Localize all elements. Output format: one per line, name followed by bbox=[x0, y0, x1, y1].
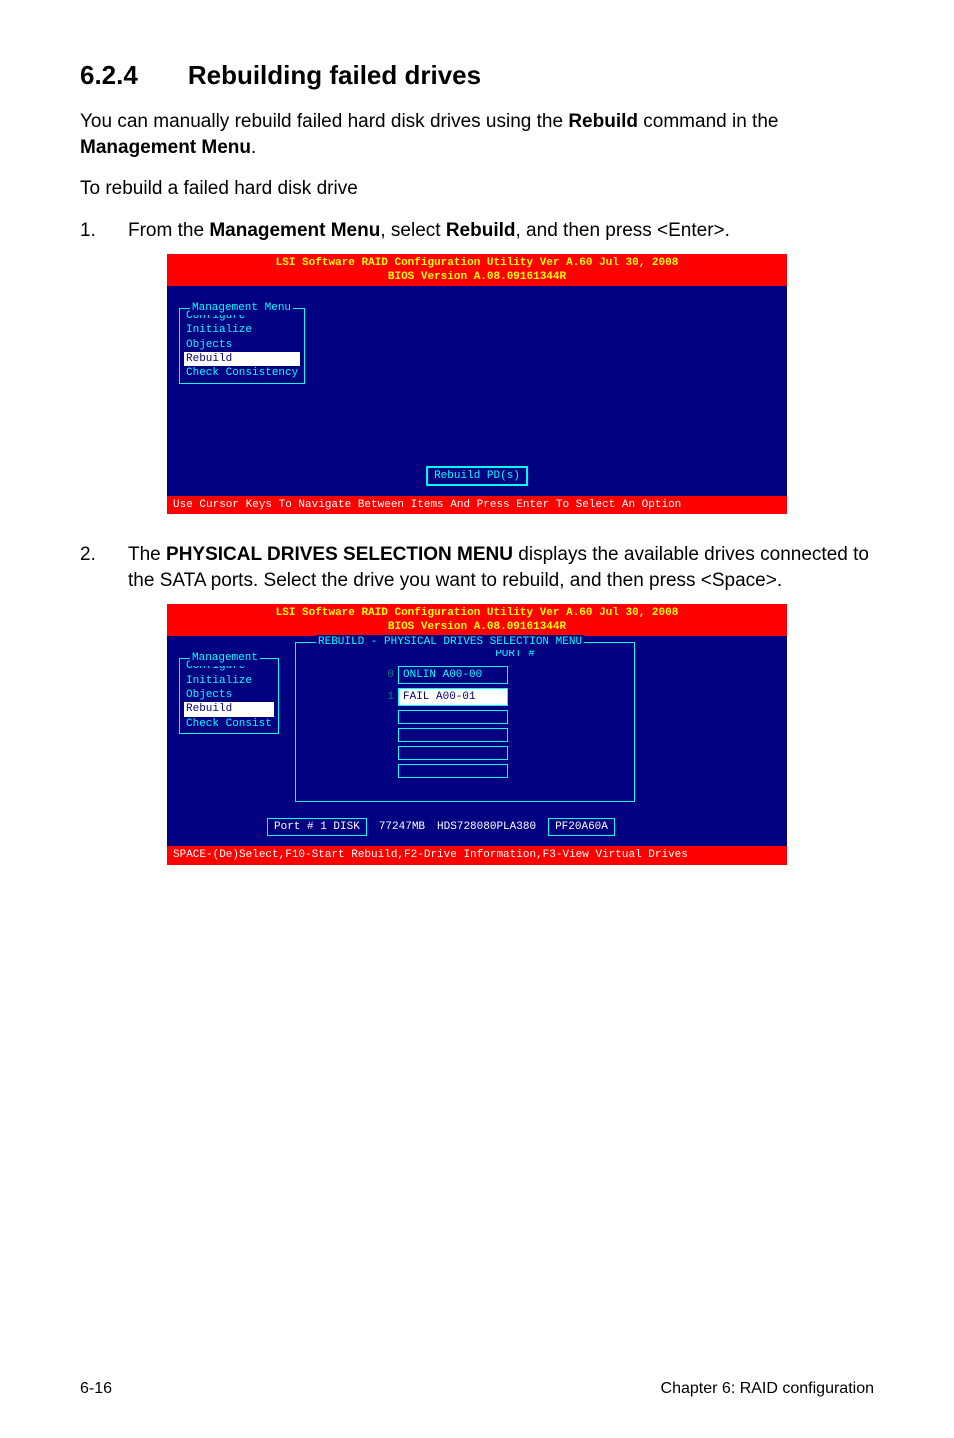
port-label: Port # 1 DISK bbox=[267, 818, 367, 836]
section-title: Rebuilding failed drives bbox=[188, 60, 481, 90]
drive-index: 1 bbox=[378, 690, 394, 704]
menu-item-rebuild: Rebuild bbox=[184, 352, 300, 366]
page-number: 6-16 bbox=[80, 1380, 112, 1398]
port-info-bar: Port # 1 DISK 77247MB HDS728080PLA380 PF… bbox=[267, 818, 615, 836]
bios-screenshot-2: LSI Software RAID Configuration Utility … bbox=[167, 604, 787, 865]
status-box: Rebuild PD(s) bbox=[426, 466, 528, 486]
menu-item-initialize: Initialize bbox=[184, 674, 274, 688]
bios-screenshot-1: LSI Software RAID Configuration Utility … bbox=[167, 254, 787, 515]
menu-item-rebuild: Rebuild bbox=[184, 702, 274, 716]
menu-item-check-consistency: Check Consistency bbox=[184, 366, 300, 380]
menu-item-objects: Objects bbox=[184, 338, 300, 352]
step-text: The PHYSICAL DRIVES SELECTION MENU displ… bbox=[128, 542, 874, 593]
drives-selection-box: REBUILD - PHYSICAL DRIVES SELECTION MENU… bbox=[295, 642, 635, 802]
empty-slot bbox=[398, 746, 508, 760]
management-menu-box: Management Configure Initialize Objects … bbox=[179, 658, 279, 733]
menu-title: Management Menu bbox=[190, 301, 293, 315]
menu-item-check-consist: Check Consist bbox=[184, 717, 274, 731]
bios-footer: Use Cursor Keys To Navigate Between Item… bbox=[167, 496, 787, 514]
menu-item-objects: Objects bbox=[184, 688, 274, 702]
step-text: From the Management Menu, select Rebuild… bbox=[128, 218, 874, 244]
menu-title: Management bbox=[190, 651, 260, 665]
bios-footer: SPACE-(De)Select,F10-Start Rebuild,F2-Dr… bbox=[167, 846, 787, 864]
chapter-label: Chapter 6: RAID configuration bbox=[661, 1380, 874, 1398]
step-number: 2. bbox=[80, 542, 128, 593]
port-serial: PF20A60A bbox=[548, 818, 615, 836]
step-1: 1. From the Management Menu, select Rebu… bbox=[80, 218, 874, 244]
bios-titlebar: LSI Software RAID Configuration Utility … bbox=[167, 604, 787, 637]
step-number: 1. bbox=[80, 218, 128, 244]
section-heading: 6.2.4 Rebuilding failed drives bbox=[80, 60, 874, 91]
drive-status: ONLIN A00-00 bbox=[398, 666, 508, 684]
management-menu-box: Management Menu Configure Initialize Obj… bbox=[179, 308, 305, 383]
empty-slot bbox=[398, 728, 508, 742]
drive-row-0: 0 ONLIN A00-00 bbox=[378, 666, 630, 684]
drive-index: 0 bbox=[378, 668, 394, 682]
bios-titlebar: LSI Software RAID Configuration Utility … bbox=[167, 254, 787, 287]
port-size: 77247MB bbox=[379, 820, 425, 834]
empty-slot bbox=[398, 710, 508, 724]
intro-paragraph: You can manually rebuild failed hard dis… bbox=[80, 109, 874, 160]
page-footer: 6-16 Chapter 6: RAID configuration bbox=[80, 1360, 874, 1398]
menu-item-initialize: Initialize bbox=[184, 323, 300, 337]
subintro: To rebuild a failed hard disk drive bbox=[80, 176, 874, 202]
drive-status: FAIL A00-01 bbox=[398, 688, 508, 706]
section-number: 6.2.4 bbox=[80, 60, 138, 91]
step-2: 2. The PHYSICAL DRIVES SELECTION MENU di… bbox=[80, 542, 874, 593]
selection-title: REBUILD - PHYSICAL DRIVES SELECTION MENU bbox=[316, 635, 584, 649]
empty-slot bbox=[398, 764, 508, 778]
drive-row-1: 1 FAIL A00-01 bbox=[378, 688, 630, 706]
port-model: HDS728080PLA380 bbox=[437, 820, 536, 834]
